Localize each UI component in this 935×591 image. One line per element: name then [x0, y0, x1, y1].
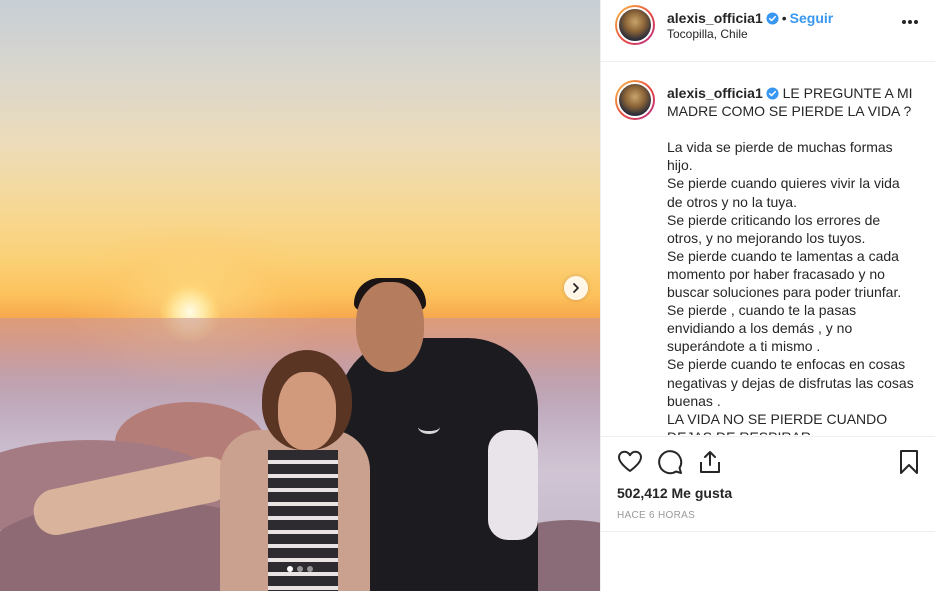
- carousel-dot: [307, 566, 313, 572]
- likes-count[interactable]: 502,412 Me gusta: [617, 485, 732, 501]
- location-link[interactable]: Tocopilla, Chile: [667, 27, 748, 41]
- caption-text: alexis_officia1 LE PREGUNTE A MI MADRE C…: [667, 84, 917, 435]
- chevron-right-icon: [573, 283, 579, 293]
- verified-badge-icon: [766, 87, 779, 100]
- action-bar: 502,412 Me gusta HACE 6 HORAS: [601, 436, 935, 532]
- follow-button[interactable]: Seguir: [790, 10, 834, 26]
- separator-dot: •: [781, 10, 787, 26]
- avatar[interactable]: [615, 80, 655, 120]
- carousel-indicator: [287, 566, 313, 572]
- post-header: alexis_officia1 • Seguir Tocopilla, Chile: [601, 0, 935, 62]
- comment-button[interactable]: [657, 449, 683, 475]
- man-sleeve: [488, 430, 538, 540]
- woman-face: [278, 372, 336, 450]
- comment-icon: [658, 450, 683, 475]
- heart-icon: [618, 450, 642, 472]
- avatar[interactable]: [615, 5, 655, 45]
- carousel-next-button[interactable]: [564, 276, 588, 300]
- man-head: [356, 282, 424, 372]
- likes-number: 502,412: [617, 485, 668, 501]
- carousel-dot: [287, 566, 293, 572]
- post-photo[interactable]: [0, 0, 600, 591]
- post-timestamp[interactable]: HACE 6 HORAS: [617, 510, 695, 521]
- share-icon: [700, 451, 720, 473]
- caption-body: LE PREGUNTE A MI MADRE COMO SE PIERDE LA…: [667, 85, 914, 435]
- caption-username-link[interactable]: alexis_officia1: [667, 85, 763, 101]
- jacket-logo: [418, 420, 440, 434]
- share-button[interactable]: [697, 449, 723, 475]
- likes-label: Me gusta: [671, 485, 733, 501]
- more-horizontal-icon: [902, 20, 918, 24]
- username-link[interactable]: alexis_officia1: [667, 10, 763, 26]
- more-options-button[interactable]: [901, 12, 919, 30]
- verified-badge-icon: [766, 12, 779, 25]
- header-user-line: alexis_officia1 • Seguir: [667, 10, 833, 26]
- caption-section: alexis_officia1 LE PREGUNTE A MI MADRE C…: [601, 63, 935, 435]
- post-sidebar: alexis_officia1 • Seguir Tocopilla, Chile…: [600, 0, 935, 591]
- like-button[interactable]: [617, 449, 643, 475]
- carousel-dot: [297, 566, 303, 572]
- save-button[interactable]: [896, 449, 922, 475]
- bookmark-icon: [900, 450, 918, 474]
